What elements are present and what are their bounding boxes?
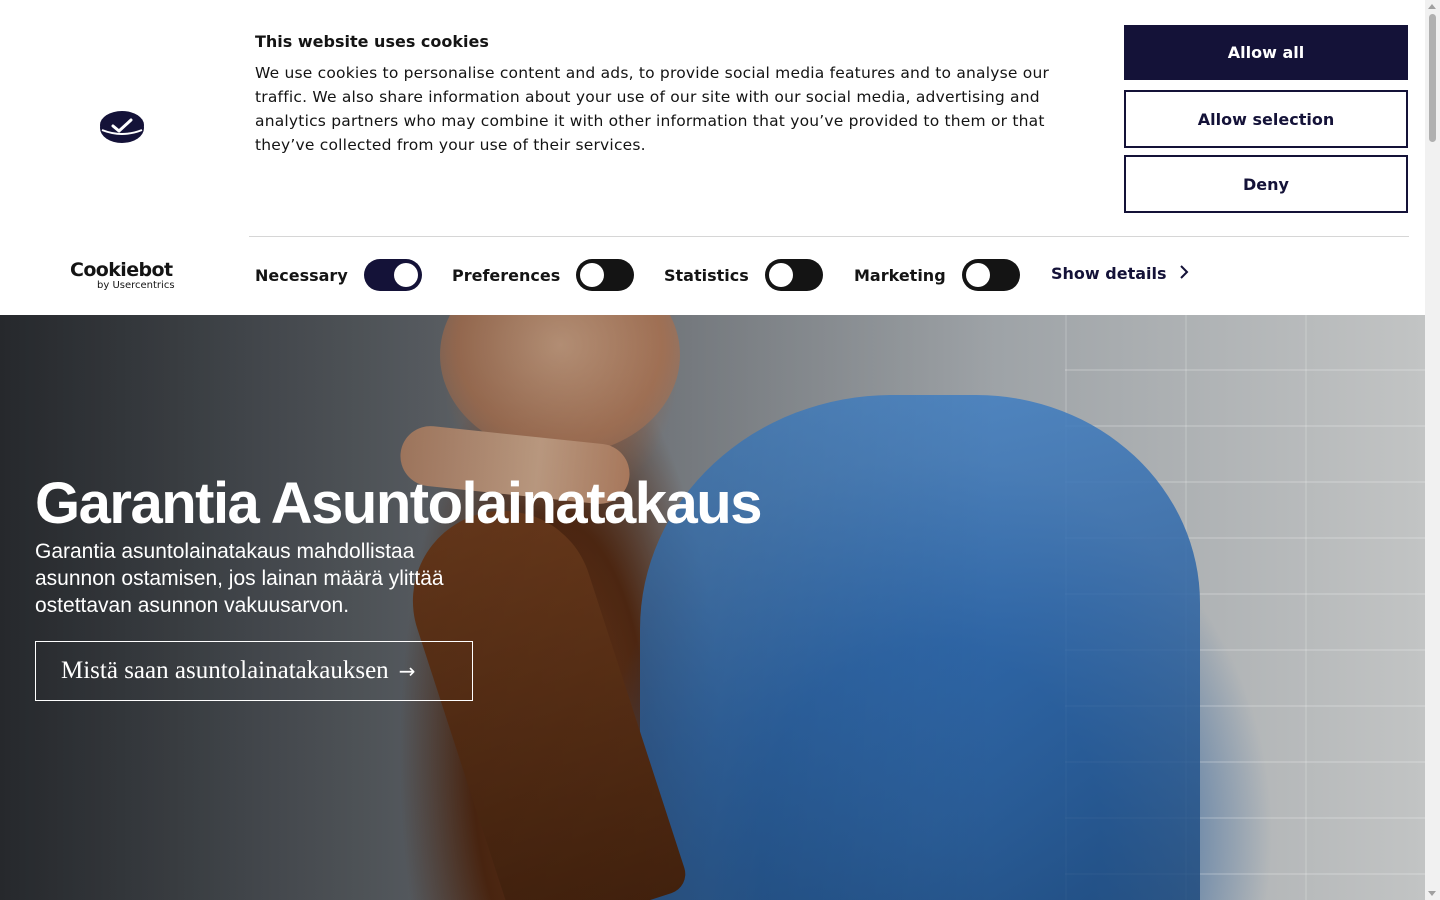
toggle-marketing: Marketing (854, 258, 1020, 292)
toggle-label: Preferences (452, 265, 561, 285)
toggle-preferences: Preferences (452, 258, 635, 292)
switch-knob (768, 263, 793, 287)
cookiebot-logo-byline: by Usercentrics (97, 280, 175, 291)
allow-all-button[interactable]: Allow all (1124, 25, 1408, 80)
statistics-switch[interactable] (764, 259, 823, 291)
scroll-down-icon[interactable] (1428, 891, 1436, 896)
marketing-switch[interactable] (961, 259, 1020, 291)
necessary-switch[interactable] (363, 259, 422, 291)
toggle-label: Marketing (854, 265, 946, 285)
allow-selection-button[interactable]: Allow selection (1124, 90, 1408, 148)
cookie-banner-description: We use cookies to personalise content an… (255, 64, 1050, 154)
show-details-label: Show details (1051, 264, 1167, 283)
show-details-link[interactable]: Show details (1051, 264, 1189, 283)
hero-title: Garantia Asuntolainatakaus (35, 471, 762, 536)
switch-knob (393, 263, 418, 287)
toggle-label: Statistics (664, 265, 749, 285)
switch-knob (965, 263, 990, 287)
toggle-necessary: Necessary (255, 258, 422, 292)
scroll-up-icon[interactable] (1428, 4, 1436, 9)
banner-divider (249, 236, 1409, 237)
page-scrollbar[interactable] (1425, 0, 1440, 900)
toggle-statistics: Statistics (664, 258, 823, 292)
preferences-switch[interactable] (576, 259, 635, 291)
switch-knob (580, 263, 605, 287)
toggle-label: Necessary (255, 265, 348, 285)
cookie-consent-banner: This website uses cookies We use cookies… (0, 0, 1425, 315)
cookiebot-logo: Cookiebot by Usercentrics (70, 259, 180, 293)
hero-cta-button[interactable]: Mistä saan asuntolainatakauksen → (35, 641, 473, 701)
hero-cta-label: Mistä saan asuntolainatakauksen (61, 657, 389, 684)
hero-subtitle: Garantia asuntolainatakaus mahdollistaa … (35, 540, 444, 617)
scroll-thumb[interactable] (1429, 14, 1436, 142)
arrow-right-icon: → (398, 659, 416, 683)
deny-button[interactable]: Deny (1124, 155, 1408, 213)
garantia-logo-icon (98, 108, 146, 148)
chevron-right-icon (1179, 264, 1189, 283)
cookiebot-logo-name: Cookiebot (70, 259, 173, 281)
cookie-banner-title: This website uses cookies (255, 32, 489, 51)
